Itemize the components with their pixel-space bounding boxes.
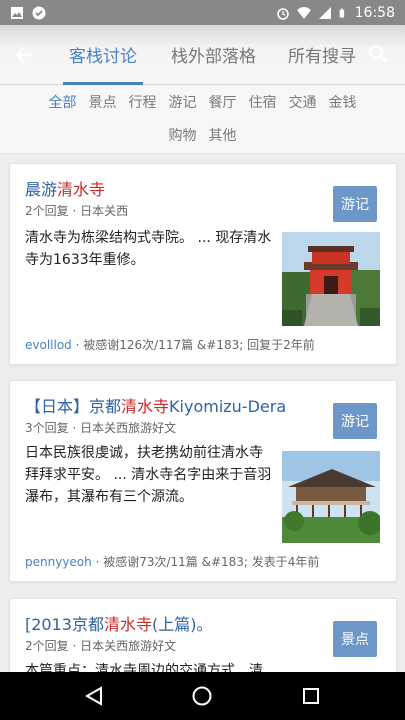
battery-icon xyxy=(339,8,344,17)
filter-lodging[interactable]: 住宿 xyxy=(243,93,283,113)
search-button[interactable] xyxy=(363,39,393,69)
filter-shopping[interactable]: 购物 xyxy=(163,126,203,146)
post-title-text: 晨游 xyxy=(25,180,58,199)
filter-other[interactable]: 其他 xyxy=(203,126,243,146)
post-excerpt: 清水寺为栋梁结构式寺院。 ... 现存清水寺为1633年重修。 xyxy=(25,230,272,268)
filter-restaurant[interactable]: 餐厅 xyxy=(203,93,243,113)
check-circle-icon xyxy=(32,6,46,19)
arrow-left-icon xyxy=(15,46,33,63)
wifi-icon xyxy=(296,6,311,19)
post-footer: pennyyeoh · 被感谢73次/11篇 &#183; 发表于4年前 xyxy=(25,553,319,570)
filter-row-2: 购物 其他 xyxy=(0,126,405,146)
status-time: 16:58 xyxy=(354,4,395,21)
post-footer: evolllod · 被感谢126次/117篇 &#183; 回复于2年前 xyxy=(25,336,315,353)
filter-travelogue[interactable]: 游记 xyxy=(163,93,203,113)
post-title[interactable]: [2013京都清水寺(上篇)。 xyxy=(25,611,212,635)
post-title-suffix: (上篇)。 xyxy=(151,615,213,634)
post-meta: 2个回复 · 日本关西旅游好文 xyxy=(25,639,177,653)
post-thumbnail-temple-stage[interactable] xyxy=(282,451,380,543)
status-bar: 16:58 xyxy=(0,0,405,25)
nav-back-icon[interactable] xyxy=(83,685,105,707)
filter-itinerary[interactable]: 行程 xyxy=(123,93,163,113)
filter-all[interactable]: 全部 xyxy=(43,93,83,113)
post-title-suffix: Kiyomizu-Dera xyxy=(169,397,287,416)
category-badge: 游记 xyxy=(333,403,377,439)
back-button[interactable] xyxy=(0,25,50,85)
tab-all-search[interactable]: 所有搜寻 xyxy=(288,25,356,85)
post-title[interactable]: 【日本】京都清水寺Kiyomizu-Dera xyxy=(25,393,286,417)
filter-money[interactable]: 金钱 xyxy=(323,93,363,113)
post-thumbnail-temple-gate[interactable] xyxy=(282,232,380,326)
image-icon xyxy=(11,6,23,19)
category-badge: 游记 xyxy=(333,186,377,222)
signal-icon xyxy=(318,6,331,19)
category-badge: 景点 xyxy=(333,621,377,657)
filter-sights[interactable]: 景点 xyxy=(83,93,123,113)
search-icon xyxy=(369,45,387,63)
post-excerpt: 日本民族很虔诚，扶老携幼前往清水寺拜拜求平安。 ... 清水寺名字由来于音羽瀑布… xyxy=(25,445,272,505)
app-bar: 客栈讨论 栈外部落格 所有搜寻 xyxy=(0,25,405,85)
post-card[interactable]: 【日本】京都清水寺Kiyomizu-Dera 3个回复 · 日本关西旅游好文 游… xyxy=(9,380,397,582)
post-title-text: 【日本】京都 xyxy=(25,397,122,416)
filter-row-1: 全部 景点 行程 游记 餐厅 住宿 交通 金钱 xyxy=(0,93,405,113)
category-filters: 全部 景点 行程 游记 餐厅 住宿 交通 金钱 购物 其他 xyxy=(0,86,405,154)
post-author-link[interactable]: pennyyeoh xyxy=(25,555,92,569)
alarm-icon xyxy=(276,7,289,20)
tab-external-blogs[interactable]: 栈外部落格 xyxy=(171,25,256,85)
post-meta: 2个回复 · 日本关西 xyxy=(25,204,129,218)
post-stats: · 被感谢73次/11篇 &#183; 发表于4年前 xyxy=(91,555,320,569)
post-stats: · 被感谢126次/117篇 &#183; 回复于2年前 xyxy=(71,338,315,352)
post-title-highlight: 清水寺 xyxy=(103,615,152,634)
post-title-highlight: 清水寺 xyxy=(121,397,170,416)
system-nav-bar xyxy=(0,672,405,720)
post-title-highlight: 清水寺 xyxy=(57,180,106,199)
nav-recents-icon[interactable] xyxy=(300,685,322,707)
post-title[interactable]: 晨游清水寺 xyxy=(25,176,105,200)
post-meta: 3个回复 · 日本关西旅游好文 xyxy=(25,421,177,435)
post-card[interactable]: 晨游清水寺 2个回复 · 日本关西 游记 清水寺为栋梁结构式寺院。 ... 现存… xyxy=(9,163,397,365)
nav-home-icon[interactable] xyxy=(191,685,213,707)
post-author-link[interactable]: evolllod xyxy=(25,338,72,352)
post-title-text: [2013京都 xyxy=(25,615,104,634)
post-card[interactable]: [2013京都清水寺(上篇)。 2个回复 · 日本关西旅游好文 景点 本篇重点：… xyxy=(9,598,397,680)
filter-transport[interactable]: 交通 xyxy=(283,93,323,113)
tab-inn-discussion[interactable]: 客栈讨论 xyxy=(63,25,143,85)
